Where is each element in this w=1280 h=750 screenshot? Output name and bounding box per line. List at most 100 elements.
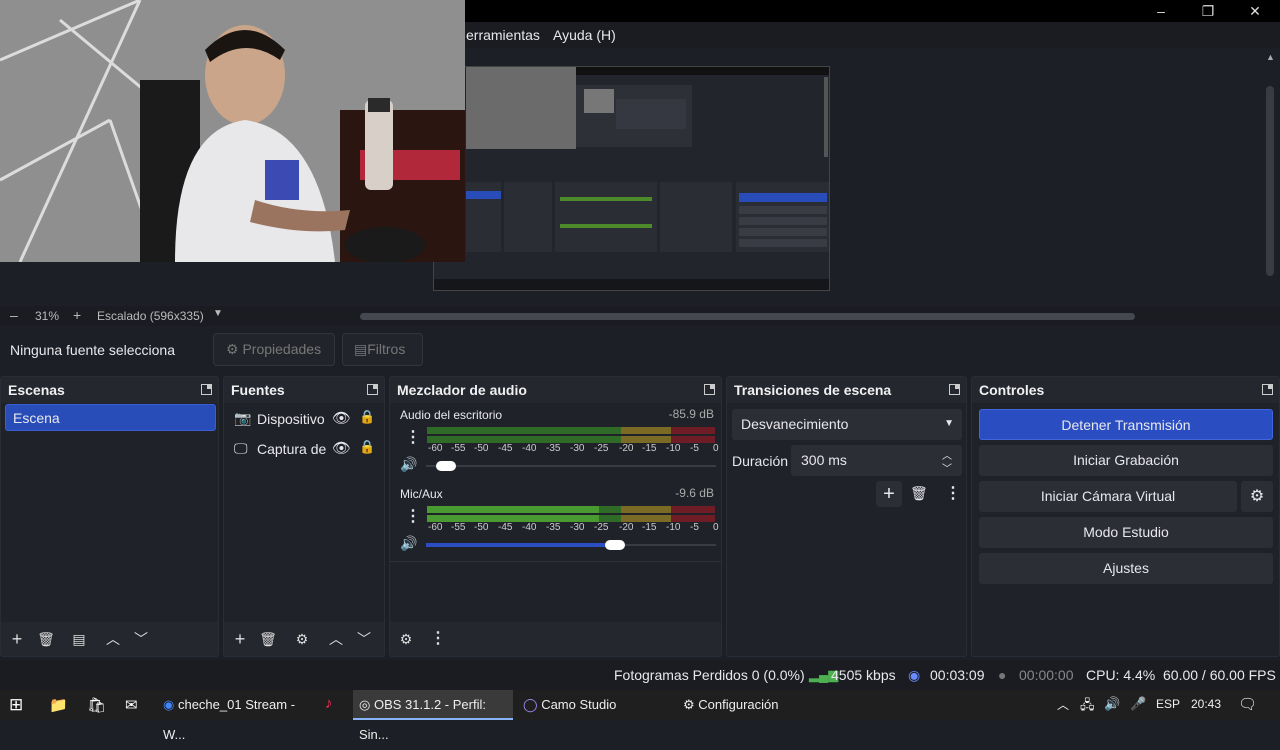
volume-slider-thumb[interactable] <box>436 461 457 471</box>
taskbar-camo[interactable]: ◯ Camo Studio <box>517 690 673 720</box>
taskbar-obs[interactable]: ◎ OBS 31.1.2 - Perfil: Sin... <box>353 690 513 742</box>
scenes-dock: Escenas Escena + 🗑 ▤ ︿ ﹀ <box>0 376 219 657</box>
channel-db: -9.6 dB <box>675 486 714 500</box>
trash-icon[interactable]: 🗑 <box>258 629 278 649</box>
windows-start-icon[interactable]: ⊞ <box>9 695 23 715</box>
mixer-channel: Mic/Aux -9.6 dB ⋮ -60 -55 -50 -45 -40 -35 -30-… <box>390 485 721 559</box>
dock-float-icon[interactable] <box>949 384 960 395</box>
mixer-menu-icon[interactable]: ⋮ <box>428 629 448 649</box>
zoom-in-button[interactable]: + <box>73 307 81 323</box>
scene-item[interactable]: Escena <box>5 404 216 431</box>
source-item[interactable]: 📷 Dispositivo 👁 🔒 <box>224 405 384 433</box>
notifications-icon[interactable]: 🗨 <box>1238 695 1257 713</box>
volume-slider-fill <box>426 543 615 547</box>
mail-icon[interactable]: ✉ <box>125 696 138 714</box>
microphone-icon[interactable]: 🎤 <box>1130 696 1146 712</box>
menu-help[interactable]: Ayuda (H) <box>553 27 616 43</box>
preview-vertical-scrollbar[interactable] <box>1266 86 1274 276</box>
speaker-icon[interactable]: 🔊 <box>400 456 417 473</box>
eye-icon[interactable]: 👁 <box>332 409 351 427</box>
minimize-button[interactable]: – <box>1138 0 1184 22</box>
dock-float-icon[interactable] <box>1262 384 1273 395</box>
scroll-up-icon[interactable]: ▲ <box>1266 52 1275 62</box>
add-transition-icon[interactable]: + <box>876 481 902 507</box>
volume-slider-thumb[interactable] <box>604 540 625 550</box>
clock[interactable]: 20:43 <box>1191 697 1221 711</box>
taskbar: ⊞ 📁 🛍 ✉ ◉ cheche_01 Stream - W... ♪ ◎ OB… <box>0 690 1280 742</box>
filters-button[interactable]: ▤Filtros <box>342 333 423 366</box>
transition-select[interactable]: Desvanecimiento ▼ <box>732 409 962 440</box>
source-item-label: Captura de <box>257 441 327 457</box>
volume-slider[interactable] <box>426 465 716 467</box>
settings-button[interactable]: Ajustes <box>979 553 1273 584</box>
mixer-settings-icon[interactable]: ⚙ <box>396 629 416 649</box>
network-icon[interactable]: 🖧 <box>1080 696 1095 718</box>
properties-button[interactable]: ⚙ Propiedades <box>213 333 335 366</box>
dock-float-icon[interactable] <box>367 384 378 395</box>
level-meter <box>427 436 715 443</box>
move-down-icon[interactable]: ﹀ <box>131 629 151 649</box>
meter-tick-label: -45 <box>498 443 513 454</box>
menu-tools[interactable]: erramientas <box>466 27 540 43</box>
meter-tick-label: -5 <box>690 522 699 533</box>
chevron-up-icon[interactable]: ︿ <box>1057 696 1069 713</box>
language-indicator[interactable]: ESP <box>1156 697 1180 711</box>
dock-float-icon[interactable] <box>704 384 715 395</box>
folder-icon[interactable]: 📁 <box>49 696 68 714</box>
monitor-icon: 🖵 <box>234 440 248 456</box>
decrement-icon[interactable]: ﹀ <box>942 460 952 475</box>
add-source-icon[interactable]: + <box>230 629 250 649</box>
start-virtual-camera-button[interactable]: Iniciar Cámara Virtual <box>979 481 1237 512</box>
zoom-out-button[interactable]: – <box>10 307 18 323</box>
taskbar-chrome[interactable]: ◉ cheche_01 Stream - W... <box>157 690 315 742</box>
tiktok-icon[interactable]: ♪ <box>325 695 333 712</box>
channel-menu-icon[interactable]: ⋮ <box>405 427 421 447</box>
move-up-icon[interactable]: ︿ <box>326 629 346 649</box>
source-item[interactable]: 🖵 Captura de 👁 🔒 <box>224 435 384 463</box>
stop-streaming-button[interactable]: Detener Transmisión <box>979 409 1273 440</box>
camera-icon: 📷 <box>234 410 252 426</box>
level-meter <box>427 506 715 513</box>
meter-tick-label: -15 <box>642 522 657 533</box>
sources-title: Fuentes <box>231 382 285 398</box>
volume-icon[interactable]: 🔊 <box>1104 696 1120 712</box>
filters-label: Filtros <box>367 341 406 357</box>
taskbar-settings[interactable]: ⚙ Configuración <box>677 690 831 720</box>
lock-icon[interactable]: 🔒 <box>359 409 375 425</box>
restore-button[interactable]: ❐ <box>1185 0 1231 22</box>
store-icon[interactable]: 🛍 <box>87 696 106 714</box>
move-down-icon[interactable]: ﹀ <box>354 629 374 649</box>
preview-horizontal-scrollbar[interactable] <box>360 313 1135 320</box>
channel-name: Audio del escritorio <box>400 408 503 422</box>
meter-tick-label: -20 <box>619 443 634 454</box>
gear-icon[interactable]: ⚙ <box>1241 481 1273 512</box>
close-button[interactable]: ✕ <box>1232 0 1278 22</box>
meter-tick-label: -55 <box>451 522 466 533</box>
add-scene-icon[interactable]: + <box>7 629 27 649</box>
meter-tick-label: -20 <box>619 522 634 533</box>
meter-ticks: -60 -55 -50 -45 -40 -35 -30 -25 -20 -15 -10 -5 0 <box>423 522 719 534</box>
source-toolbar: Ninguna fuente selecciona ⚙ Propiedades … <box>0 328 1280 372</box>
channel-menu-icon[interactable]: ⋮ <box>405 506 421 526</box>
eye-icon[interactable]: 👁 <box>332 439 351 457</box>
trash-icon[interactable]: 🗑 <box>36 629 56 649</box>
dropped-frames: Fotogramas Perdidos 0 (0.0%) <box>614 667 805 683</box>
scaling-dropdown-icon[interactable]: ▼ <box>213 308 223 319</box>
chrome-icon: ◉ <box>163 697 175 712</box>
lock-icon[interactable]: 🔒 <box>359 439 375 455</box>
duration-input[interactable]: 300 ms ︿ ﹀ <box>791 445 962 476</box>
dock-float-icon[interactable] <box>201 384 212 395</box>
meter-tick-label: -40 <box>522 443 537 454</box>
speaker-icon[interactable]: 🔊 <box>400 535 417 552</box>
studio-mode-button[interactable]: Modo Estudio <box>979 517 1273 548</box>
duration-value: 300 ms <box>801 452 847 468</box>
bitrate: 4505 kbps <box>831 667 896 683</box>
sources-dock: Fuentes 📷 Dispositivo 👁 🔒 🖵 Captura de 👁… <box>223 376 385 657</box>
transition-menu-icon[interactable]: ⋮ <box>945 483 961 503</box>
move-up-icon[interactable]: ︿ <box>103 629 123 649</box>
start-recording-button[interactable]: Iniciar Grabación <box>979 445 1273 476</box>
gear-icon[interactable]: ⚙ <box>292 629 312 649</box>
meter-tick-label: 0 <box>713 522 719 533</box>
scene-filters-icon[interactable]: ▤ <box>69 629 89 649</box>
trash-icon[interactable]: 🗑 <box>910 485 928 502</box>
